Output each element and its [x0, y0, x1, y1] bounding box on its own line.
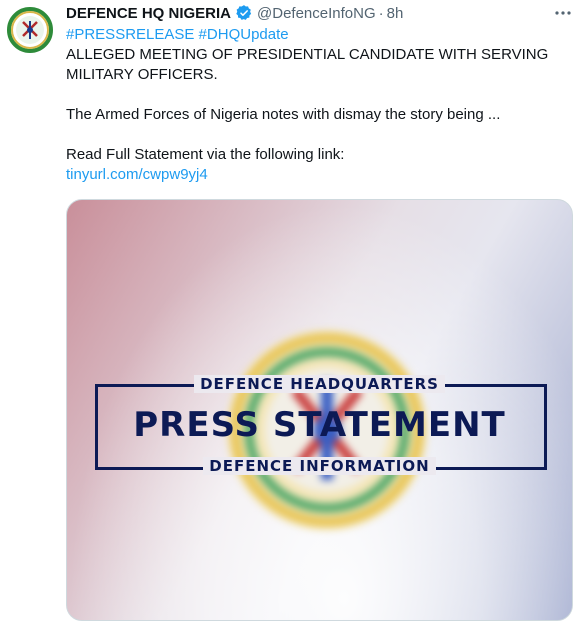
statement-main-line: PRESS STATEMENT — [133, 405, 506, 445]
statement-link[interactable]: tinyurl.com/cwpw9yj4 — [66, 165, 556, 185]
hashtags[interactable]: #PRESSRELEASE #DHQUpdate — [66, 25, 556, 45]
more-options-icon[interactable] — [554, 4, 572, 22]
display-name[interactable]: DEFENCE HQ NIGERIA — [66, 5, 231, 22]
statement-bottom-line: DEFENCE INFORMATION — [67, 457, 572, 475]
press-statement-image[interactable]: DEFENCE HEADQUARTERS PRESS STATEMENT DEF… — [66, 199, 573, 621]
timestamp[interactable]: 8h — [387, 5, 404, 22]
avatar[interactable] — [6, 6, 54, 54]
headline-line-1: ALLEGED MEETING OF PRESIDENTIAL CANDIDAT… — [66, 46, 549, 63]
body-text: The Armed Forces of Nigeria notes with d… — [66, 106, 501, 123]
tweet-text: #PRESSRELEASE #DHQUpdate ALLEGED MEETING… — [66, 25, 556, 185]
defence-hq-crest-icon — [7, 7, 53, 53]
handle[interactable]: @DefenceInfoNG — [257, 5, 376, 22]
statement-top-line: DEFENCE HEADQUARTERS — [67, 375, 572, 393]
headline-line-2: MILITARY OFFICERS. — [66, 66, 218, 83]
tweet-header: DEFENCE HQ NIGERIA @DefenceInfoNG · 8h — [66, 3, 570, 23]
read-more-text: Read Full Statement via the following li… — [66, 146, 345, 163]
separator: · — [378, 4, 384, 22]
verified-badge-icon — [235, 4, 253, 22]
